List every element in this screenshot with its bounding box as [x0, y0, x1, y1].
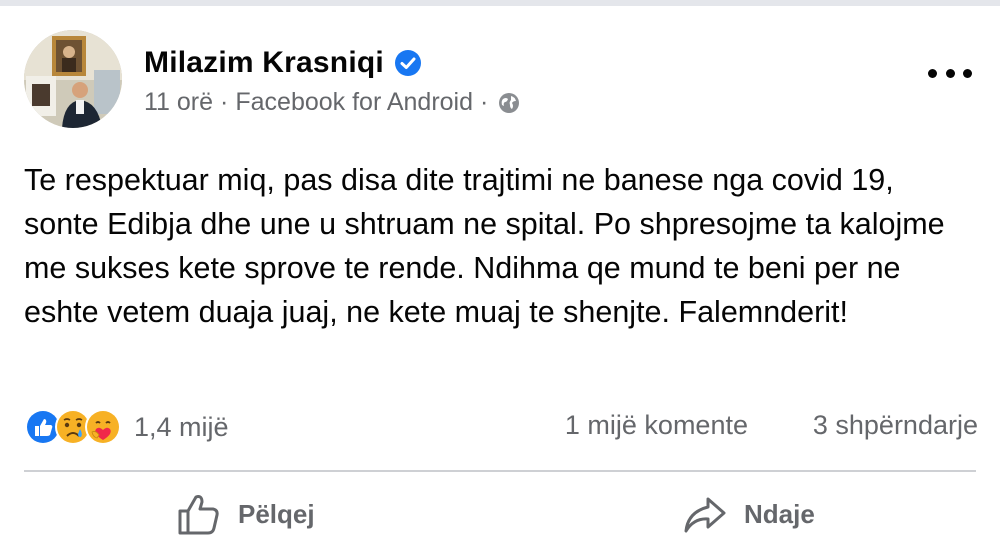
verified-badge-icon — [394, 50, 421, 76]
avatar-image — [24, 30, 122, 128]
globe-icon[interactable] — [498, 92, 520, 114]
more-options-button[interactable] — [928, 60, 972, 86]
post-text: Te respektuar miq, pas disa dite trajtim… — [24, 163, 945, 329]
care-icon — [85, 409, 121, 445]
share-button[interactable]: Ndaje — [682, 490, 815, 538]
thumbs-up-icon — [178, 495, 219, 535]
dot-icon — [928, 68, 937, 78]
dot-icon — [945, 68, 955, 78]
post-meta: 11 orë · Facebook for Android · — [144, 88, 520, 117]
dot-icon — [963, 68, 972, 78]
meta-separator-2: · — [480, 88, 489, 116]
share-arrow-icon — [684, 497, 726, 533]
divider — [24, 470, 976, 472]
like-label: Pëlqej — [238, 498, 315, 529]
author-name[interactable]: Milazim Krasniqi — [144, 46, 384, 80]
share-label: Ndaje — [744, 498, 815, 529]
meta-separator: · — [220, 88, 229, 116]
post-time[interactable]: 11 orë — [144, 88, 213, 117]
post-source: Facebook for Android — [235, 88, 474, 116]
like-button[interactable]: Pëlqej — [176, 490, 315, 538]
reactions-summary[interactable]: 1,4 mijë — [24, 408, 229, 446]
shares-count[interactable]: 3 shpërndarje — [813, 410, 978, 441]
avatar[interactable] — [24, 30, 122, 128]
reactions-count: 1,4 mijë — [134, 411, 229, 442]
post-header: Milazim Krasniqi — [144, 46, 422, 80]
comments-count[interactable]: 1 mijë komente — [565, 410, 748, 441]
reaction-icons — [24, 408, 122, 446]
top-strip — [0, 0, 1000, 6]
